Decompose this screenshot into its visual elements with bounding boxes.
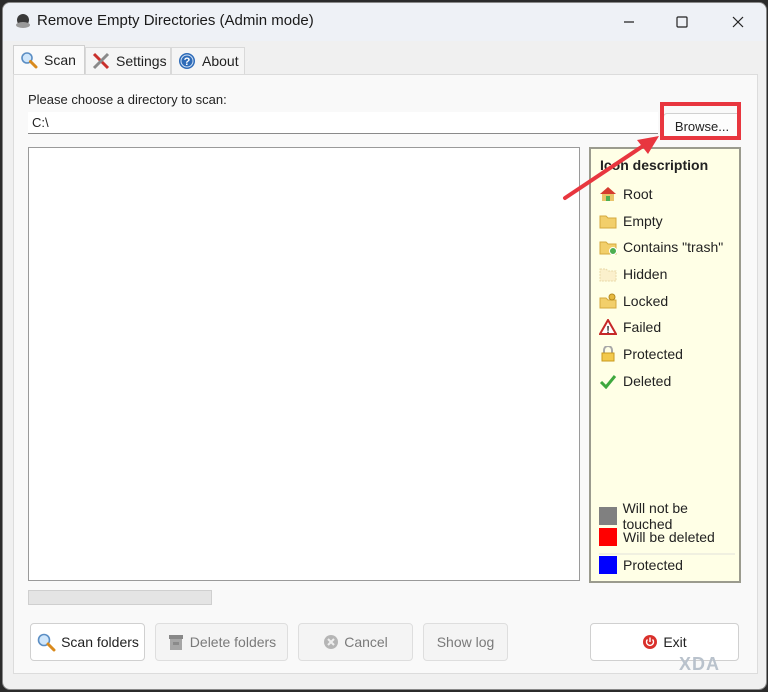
folder-tree-view[interactable] — [28, 147, 580, 581]
browse-button[interactable]: Browse... — [663, 113, 741, 139]
close-button[interactable] — [715, 3, 761, 41]
minimize-icon — [624, 21, 634, 23]
home-folder-icon — [599, 186, 617, 202]
legend-item-trash: Contains "trash" — [599, 239, 723, 255]
hidden-folder-icon — [599, 266, 617, 282]
legend-title: Icon description — [600, 157, 709, 173]
magnifier-icon — [36, 632, 56, 652]
legend-item-locked: Locked — [599, 293, 668, 309]
scan-progress-bar — [28, 590, 212, 605]
title-bar: Remove Empty Directories (Admin mode) — [3, 3, 766, 41]
cancel-icon — [323, 634, 339, 650]
power-icon — [642, 634, 658, 650]
legend-item-failed: ! Failed — [599, 319, 661, 335]
maximize-button[interactable] — [659, 3, 705, 41]
scan-folders-button[interactable]: Scan folders — [30, 623, 145, 661]
tab-scan-label: Scan — [44, 52, 76, 68]
directory-label: Please choose a directory to scan: — [28, 92, 227, 107]
locked-folder-icon — [599, 293, 617, 309]
gray-swatch — [599, 507, 617, 525]
checkmark-icon — [599, 373, 617, 389]
xda-watermark: XDA — [679, 654, 721, 674]
tab-scan[interactable]: Scan — [13, 45, 85, 74]
legend-item-protected: Protected — [599, 346, 683, 362]
delete-folders-button[interactable]: Delete folders — [155, 623, 288, 661]
tab-settings[interactable]: Settings — [85, 47, 171, 74]
red-swatch — [599, 528, 617, 546]
tab-about-label: About — [202, 53, 239, 69]
window-title: Remove Empty Directories (Admin mode) — [37, 12, 314, 29]
show-log-button[interactable]: Show log — [423, 623, 508, 661]
magnifier-icon — [20, 51, 38, 69]
tab-about[interactable]: ? About — [171, 47, 245, 74]
icon-legend: Icon description Root Empty Contains "tr… — [589, 147, 741, 583]
app-window: Remove Empty Directories (Admin mode) Sc… — [2, 2, 767, 690]
legend-item-empty: Empty — [599, 213, 663, 229]
svg-text:?: ? — [184, 56, 191, 68]
tools-icon — [92, 52, 110, 70]
trash-folder-icon — [599, 239, 617, 255]
tab-settings-label: Settings — [116, 53, 167, 69]
blue-swatch — [599, 556, 617, 574]
warning-icon: ! — [599, 319, 617, 335]
app-icon — [15, 13, 31, 29]
legend-item-deleted: Deleted — [599, 373, 671, 389]
minimize-button[interactable] — [606, 3, 652, 41]
scan-panel: Please choose a directory to scan: Brows… — [13, 74, 758, 674]
legend-divider — [599, 553, 735, 555]
maximize-icon — [676, 16, 688, 28]
help-icon: ? — [178, 52, 196, 70]
close-icon — [732, 16, 744, 28]
directory-input[interactable] — [28, 112, 658, 134]
legend-item-root: Root — [599, 186, 653, 202]
trash-bin-icon — [167, 633, 185, 651]
empty-folder-icon — [599, 213, 617, 229]
cancel-button[interactable]: Cancel — [298, 623, 413, 661]
legend-color-deleted: Will be deleted — [599, 528, 715, 546]
legend-color-protected: Protected — [599, 556, 683, 574]
legend-item-hidden: Hidden — [599, 266, 667, 282]
padlock-icon — [599, 346, 617, 362]
svg-text:!: ! — [606, 325, 609, 335]
